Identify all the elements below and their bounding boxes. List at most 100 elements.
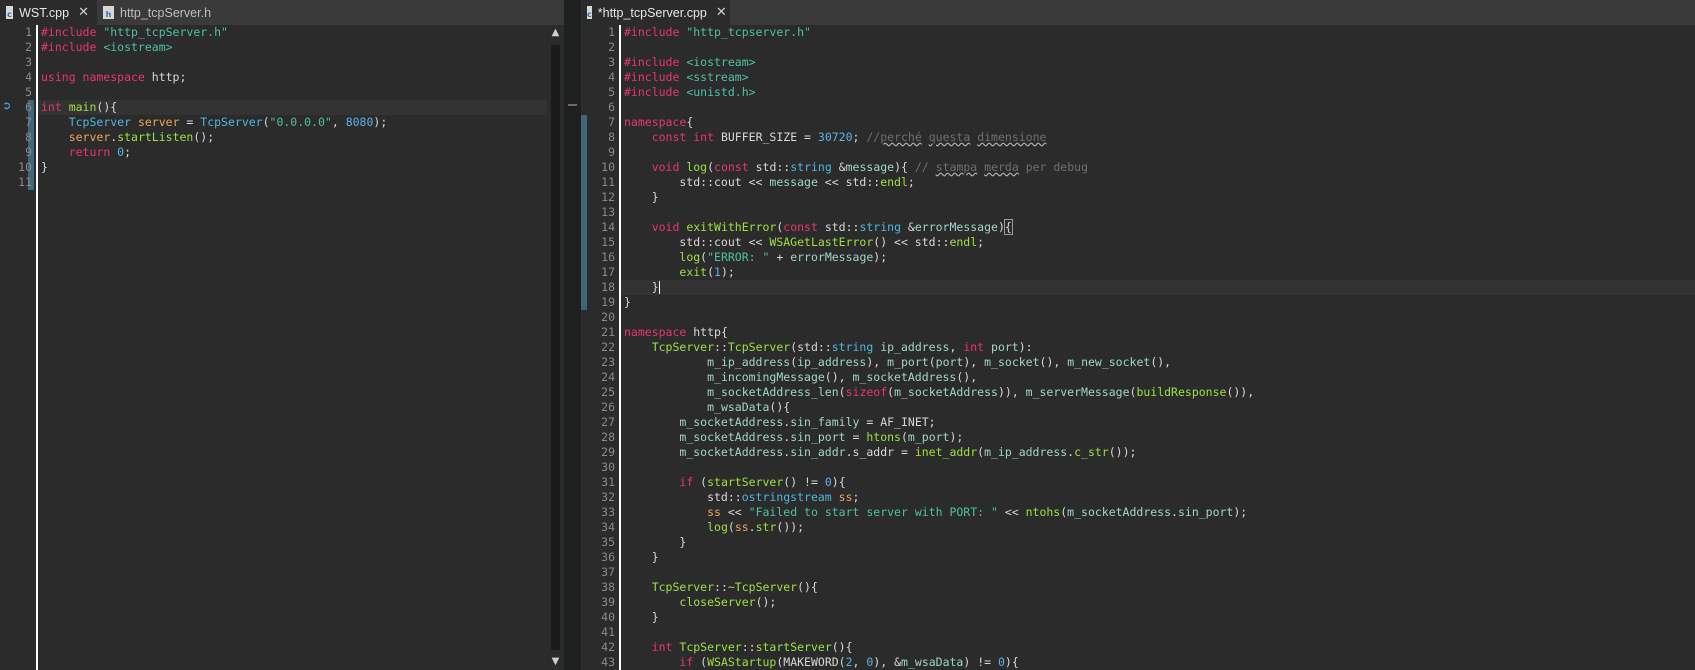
tab-http-tcpserver-h[interactable]: h http_tcpServer.h [97,0,219,25]
code-line: #include "http_tcpServer.h" [41,25,228,40]
code-token: inet_addr [914,445,978,459]
scroll-down-icon[interactable]: ▼ [547,654,564,670]
debug-pointer-icon: ➲ [2,99,12,112]
right-code-editor[interactable]: 1 2 3 4 5 6 7 8 9 10 11 12 13 14 15 16 17 18 19 20 21 22 23 24 2… [581,25,1695,670]
line-number: 31 [601,475,615,489]
code-token: const [783,220,825,234]
code-token: } [624,295,631,309]
code-token: 30720 [817,130,853,144]
code-token: string [790,160,839,174]
line-number: 3 [608,55,615,69]
code-token: (); [755,595,777,609]
line-number: 7 [608,115,615,129]
code-line: TcpServer::~TcpServer(){ [624,580,818,595]
code-token: (){ [769,400,791,414]
code-token: 0 [997,655,1005,669]
code-token: () != [783,475,825,489]
code-token: closeServer [679,595,756,609]
code-area[interactable]: #include "http_tcpServer.h" #include <ios… [38,25,547,670]
code-token: #include [624,85,687,99]
code-token: (), [824,370,853,384]
code-token: const int [651,130,721,144]
code-token: "Failed to start server with PORT: " [748,505,998,519]
line-number: 5 [608,85,615,99]
code-line: #include "http_tcpserver.h" [624,25,811,40]
code-token: ( [727,520,735,534]
close-icon[interactable]: ✕ [716,5,727,20]
code-token: } [624,535,687,549]
code-token: m_port [907,430,950,444]
tab-wst-cpp[interactable]: c WST.cpp ✕ [0,0,97,25]
left-code-editor[interactable]: ➲ 1 2 3 4 5 6 7 8 9 10 11 #include "http_tcpServer… [0,25,564,670]
code-token: m_serverMessage [1025,385,1130,399]
code-token: namespace [624,115,687,129]
line-number: 1 [608,25,615,39]
code-token: #include [624,55,687,69]
spellcheck-word: dimensione [977,130,1047,144]
left-vertical-scrollbar[interactable]: ▲ ▼ [547,25,564,670]
code-token: port [935,355,964,369]
left-tab-bar: c WST.cpp ✕ h http_tcpServer.h [0,0,564,26]
code-token: TcpServer [68,115,138,129]
line-number: 8 [608,130,615,144]
code-token: ; [907,175,915,189]
code-line: m_socketAddress_len(sizeof(m_socketAddre… [624,385,1254,400]
tab-label: *http_tcpServer.cpp [597,5,707,20]
matching-brace: { [1003,219,1013,235]
line-number: 33 [601,505,615,519]
code-line: #include <unistd.h> [624,85,756,100]
code-token: <iostream> [103,40,173,54]
code-token: ss [734,520,749,534]
code-token: std:: [755,160,791,174]
code-token: c_str [1074,445,1109,459]
code-token: TcpServer [200,115,263,129]
code-line: std::ostringstream ss; [624,490,859,505]
code-line: } [624,295,631,310]
code-token: std:: [624,490,742,504]
code-line: #include <iostream> [41,40,173,55]
code-token: :: [714,340,728,354]
line-number: 37 [601,565,615,579]
code-token: // [914,160,936,174]
line-number: 10 [601,160,615,174]
spellcheck-word: perché [880,130,922,144]
line-number: 10 [18,160,32,174]
code-token: & [838,160,846,174]
code-line: namespace{ [624,115,693,130]
code-token: sin_addr [790,445,846,459]
code-token: server [137,115,180,129]
scroll-up-icon[interactable]: ▲ [547,25,564,41]
code-token: ) [997,220,1005,234]
scroll-thumb[interactable] [551,45,560,650]
code-token: log [679,250,701,264]
right-editor-pane: c *http_tcpServer.cpp ✕ 1 2 3 4 5 6 7 8 9 10 11 12 1… [581,0,1695,670]
code-token: . [1171,505,1178,519]
code-token: = [845,430,867,444]
code-area[interactable]: #include "http_tcpserver.h" #include <ios… [621,25,1695,670]
tab-label: http_tcpServer.h [120,5,212,20]
close-icon[interactable]: ✕ [78,5,89,20]
code-line: #include <sstream> [624,70,749,85]
line-number: 13 [601,205,615,219]
tab-http-tcpserver-cpp[interactable]: c *http_tcpServer.cpp ✕ [581,0,730,25]
code-token: ), [963,355,985,369]
code-token: int [41,100,69,114]
code-token: "http_tcpServer.h" [103,25,228,39]
code-token: ){ [894,160,915,174]
change-indicator [581,115,587,310]
code-token: std::cout << [624,235,770,249]
pane-divider[interactable] [564,0,581,670]
line-number: 19 [601,295,615,309]
line-number: 20 [601,310,615,324]
code-token: std:: [824,220,860,234]
line-number: 14 [601,220,615,234]
code-token: errorMessage [790,250,874,264]
line-number: 4 [608,70,615,84]
code-token: TcpServer [651,340,715,354]
code-token: ){ [831,475,846,489]
